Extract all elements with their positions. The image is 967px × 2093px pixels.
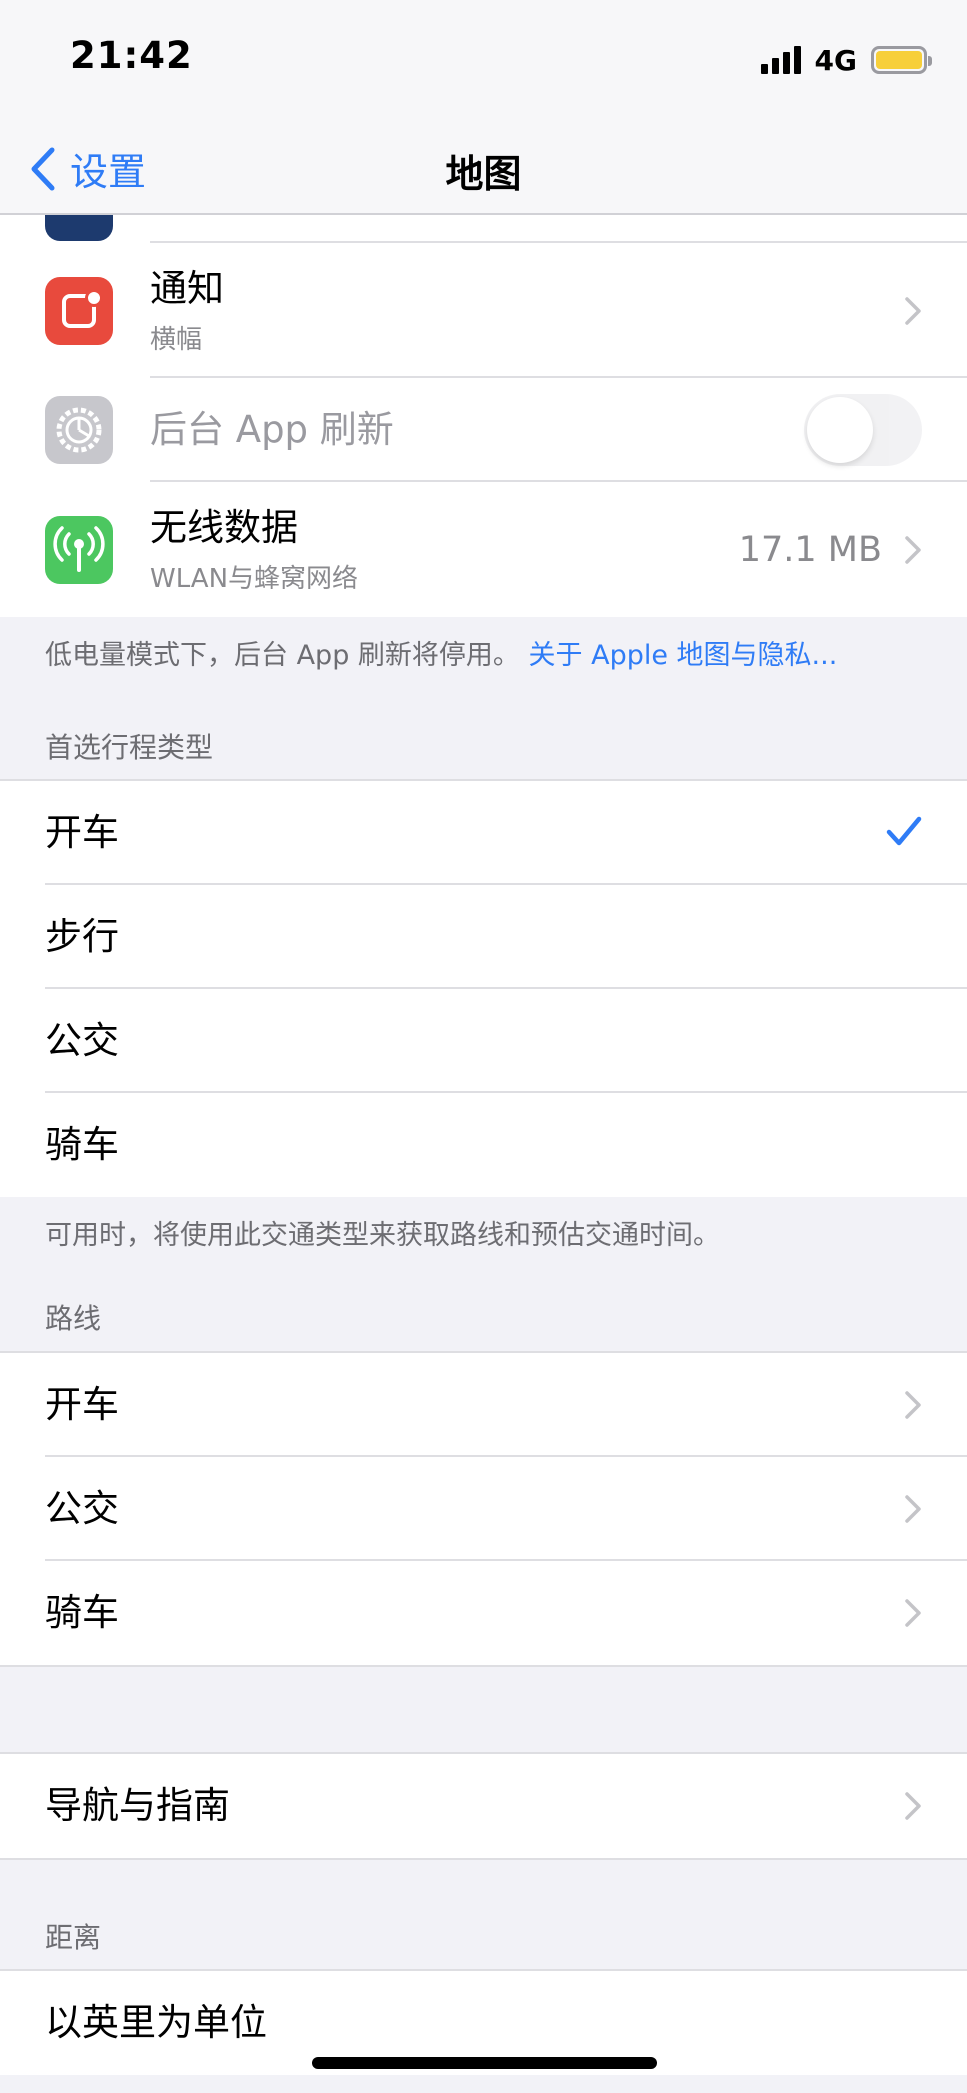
clipped-row <box>0 215 967 243</box>
chevron-right-icon <box>905 1792 921 1820</box>
transport-option-cycle[interactable]: 骑车 <box>0 1093 967 1197</box>
route-label: 开车 <box>45 1383 119 1426</box>
transport-option-drive[interactable]: 开车 <box>0 781 967 885</box>
route-label: 骑车 <box>45 1591 119 1634</box>
chevron-right-icon <box>905 535 921 564</box>
battery-icon <box>871 46 932 74</box>
transport-option-label: 骑车 <box>45 1123 119 1166</box>
distance-header: 距离 <box>45 1920 102 1954</box>
preferred-transport-group: 开车 步行 公交 骑车 <box>0 781 967 1197</box>
navigation-guidance-row[interactable]: 导航与指南 <box>0 1754 967 1858</box>
background-refresh-title: 后台 App 刷新 <box>150 408 394 451</box>
status-time: 21:42 <box>70 34 193 77</box>
checkmark-icon <box>886 815 922 851</box>
status-bar: 21:42 4G <box>0 0 967 115</box>
low-power-note: 低电量模式下，后台 App 刷新将停用。 <box>45 640 520 671</box>
route-transit[interactable]: 公交 <box>0 1457 967 1561</box>
wireless-data-subtitle: WLAN与蜂窝网络 <box>150 564 359 594</box>
transport-option-label: 公交 <box>45 1019 119 1062</box>
navigation-bar: 设置 地图 <box>0 115 967 215</box>
settings-content: 通知 横幅 后台 App 刷新 无线数据 WLAN与蜂窝网络 17.1 MB 低… <box>0 215 967 2075</box>
privacy-link[interactable]: 关于 Apple 地图与隐私... <box>529 640 838 671</box>
cellular-data-icon <box>45 515 113 584</box>
home-indicator <box>312 2057 657 2069</box>
chevron-right-icon <box>905 1495 921 1523</box>
network-type: 4G <box>814 43 857 77</box>
transport-option-walk[interactable]: 步行 <box>0 885 967 989</box>
routes-group: 开车 公交 骑车 <box>0 1353 967 1665</box>
routes-header: 路线 <box>45 1302 102 1335</box>
chevron-right-icon <box>905 1391 921 1419</box>
notifications-subtitle: 横幅 <box>150 325 203 355</box>
location-icon <box>45 215 113 241</box>
navigation-guidance-label: 导航与指南 <box>45 1784 230 1827</box>
notifications-icon <box>45 276 113 345</box>
notifications-title: 通知 <box>150 267 224 310</box>
permissions-footer: 低电量模式下，后台 App 刷新将停用。 关于 Apple 地图与隐私... <box>0 617 967 712</box>
navigation-group: 导航与指南 <box>0 1754 967 1858</box>
wireless-data-value: 17.1 MB <box>738 529 882 570</box>
maps-settings-screen: 21:42 4G 设置 地图 通知 横幅 后台 App 刷新 无线数据 WLAN… <box>0 0 967 2093</box>
distance-miles-label: 以英里为单位 <box>45 2001 267 2044</box>
background-refresh-toggle[interactable] <box>804 394 922 466</box>
chevron-right-icon <box>905 1599 921 1627</box>
transport-option-label: 步行 <box>45 915 119 958</box>
wireless-data-row[interactable]: 无线数据 WLAN与蜂窝网络 17.1 MB <box>0 482 967 617</box>
status-icons: 4G <box>760 40 932 80</box>
transport-footer: 可用时，将使用此交通类型来获取路线和预估交通时间。 <box>45 1220 720 1251</box>
preferred-transport-header: 首选行程类型 <box>45 730 214 764</box>
route-cycle[interactable]: 骑车 <box>0 1561 967 1665</box>
gear-icon <box>45 396 113 464</box>
route-label: 公交 <box>45 1487 119 1530</box>
signal-icon <box>760 46 801 74</box>
notifications-row[interactable]: 通知 横幅 <box>0 243 967 378</box>
chevron-right-icon <box>905 296 921 325</box>
permissions-group: 通知 横幅 后台 App 刷新 无线数据 WLAN与蜂窝网络 17.1 MB <box>0 215 967 617</box>
transport-option-label: 开车 <box>45 811 119 854</box>
route-drive[interactable]: 开车 <box>0 1353 967 1457</box>
page-title: 地图 <box>445 152 522 196</box>
wireless-data-title: 无线数据 <box>150 506 298 549</box>
transport-option-transit[interactable]: 公交 <box>0 989 967 1093</box>
background-refresh-row: 后台 App 刷新 <box>0 378 967 482</box>
